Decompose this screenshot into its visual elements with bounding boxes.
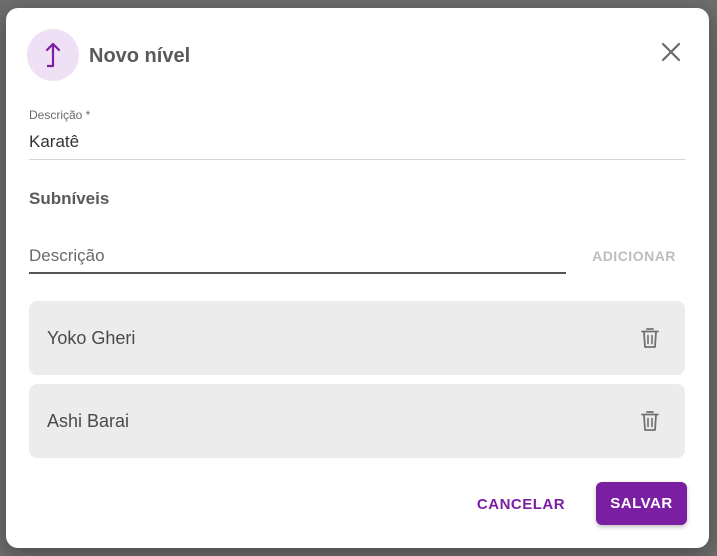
description-field[interactable]: Karatê xyxy=(29,132,79,152)
delete-sublevel-button[interactable] xyxy=(637,325,663,351)
delete-sublevel-button[interactable] xyxy=(637,408,663,434)
close-button[interactable] xyxy=(657,38,685,66)
dialog-title: Novo nível xyxy=(89,45,191,67)
trash-icon xyxy=(641,411,659,431)
cancel-button[interactable]: CANCELAR xyxy=(468,484,574,524)
sublevel-item-label: Yoko Gheri xyxy=(47,327,136,348)
level-up-icon xyxy=(27,29,79,81)
sublevel-item-label: Ashi Barai xyxy=(47,410,130,431)
new-level-dialog: Novo nível Descrição * Karatê Subníveis … xyxy=(6,8,709,548)
sublevel-item: Yoko Gheri xyxy=(29,301,685,375)
sublevel-description-input[interactable] xyxy=(29,240,566,274)
trash-icon xyxy=(641,328,659,348)
add-sublevel-button[interactable]: ADICIONAR xyxy=(586,246,682,266)
description-label: Descrição * xyxy=(29,108,91,122)
description-underline xyxy=(29,159,685,160)
sublevel-item: Ashi Barai xyxy=(29,384,685,458)
sublevel-list: Yoko Gheri Ashi Barai xyxy=(29,301,685,467)
save-button[interactable]: SALVAR xyxy=(596,482,687,525)
close-icon xyxy=(661,42,681,62)
sublevels-title: Subníveis xyxy=(29,189,110,208)
